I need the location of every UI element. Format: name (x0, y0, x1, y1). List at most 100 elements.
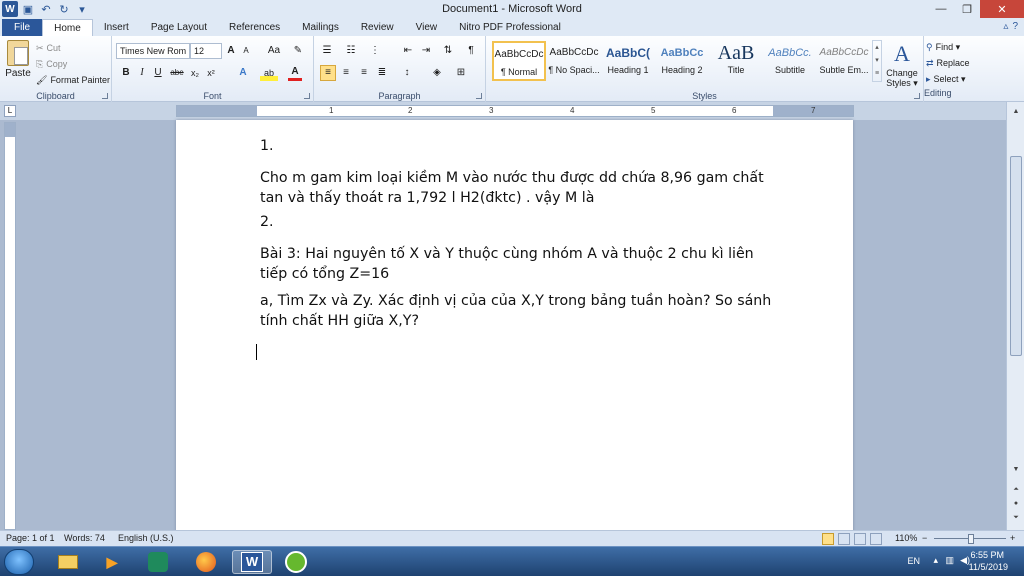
tab-home[interactable]: Home (42, 19, 93, 36)
highlight-button[interactable]: ab (260, 65, 278, 81)
show-hidden-icons-icon[interactable]: ▴ (933, 555, 938, 566)
browse-object-icon[interactable]: ● (1010, 498, 1022, 510)
tab-references[interactable]: References (218, 19, 291, 36)
undo-icon[interactable]: ↶ (38, 1, 54, 17)
word-count[interactable]: Words: 74 (64, 531, 105, 546)
full-screen-view-icon[interactable] (838, 533, 850, 545)
customize-qat-icon[interactable]: ▾ (74, 1, 90, 17)
styles-dialog-launcher[interactable] (914, 93, 920, 99)
replace-button[interactable]: ⇄ Replace (926, 55, 970, 71)
font-name-box[interactable]: Times New Rom (116, 43, 190, 59)
font-size-box[interactable]: 12 (190, 43, 222, 59)
style-title[interactable]: AaB Title (709, 41, 763, 81)
page-count[interactable]: Page: 1 of 1 (6, 531, 55, 546)
tab-nitro-pdf[interactable]: Nitro PDF Professional (448, 19, 572, 36)
app-shield-icon[interactable] (140, 550, 176, 574)
format-painter-button[interactable]: 🖌 Format Painter (36, 72, 110, 88)
tab-page-layout[interactable]: Page Layout (140, 19, 218, 36)
bold-button[interactable]: B (120, 65, 132, 81)
tab-file[interactable]: File (2, 19, 43, 36)
zoom-slider-thumb[interactable] (968, 534, 974, 544)
minimize-icon[interactable]: — (928, 0, 954, 18)
change-case-button[interactable]: Aa (264, 43, 284, 59)
word-app-icon[interactable]: W (2, 1, 18, 17)
text-effects-button[interactable]: A (236, 65, 250, 81)
decrease-indent-icon[interactable]: ⇤ (400, 43, 416, 59)
network-icon[interactable]: ▥ (945, 555, 954, 566)
shrink-font-button[interactable]: A (240, 43, 252, 59)
start-button-icon[interactable] (4, 549, 34, 575)
media-player-icon[interactable]: ▶ (94, 550, 130, 574)
paste-button[interactable]: Paste (4, 40, 32, 79)
numbering-icon[interactable]: ☷ (342, 43, 360, 59)
shading-icon[interactable]: ◈ (428, 65, 446, 81)
clear-formatting-icon[interactable]: ✎ (290, 43, 306, 59)
horizontal-ruler[interactable]: 1 2 3 4 5 6 7 (176, 105, 854, 117)
explorer-folder-icon[interactable] (50, 550, 86, 574)
copy-button[interactable]: ⎘ Copy (36, 56, 110, 72)
tab-selector[interactable]: L (4, 105, 16, 117)
print-layout-view-icon[interactable] (822, 533, 834, 545)
zoom-out-button[interactable]: − (922, 531, 927, 546)
clipboard-dialog-launcher[interactable] (102, 93, 108, 99)
input-language[interactable]: EN (907, 556, 920, 566)
zoom-level[interactable]: 110% (895, 531, 917, 546)
vertical-ruler[interactable] (4, 122, 16, 530)
style-subtle-emphasis[interactable]: AaBbCcDc Subtle Em... (817, 41, 871, 81)
superscript-button[interactable]: x² (204, 65, 218, 81)
show-marks-button[interactable]: ¶ (464, 43, 478, 59)
redo-icon[interactable]: ↻ (56, 1, 72, 17)
tab-review[interactable]: Review (350, 19, 405, 36)
restore-icon[interactable]: ❐ (954, 0, 980, 18)
style-normal[interactable]: AaBbCcDc ¶ Normal (492, 41, 546, 81)
styles-gallery-scroll[interactable]: ▴ ▾ ≡ (872, 40, 882, 82)
borders-icon[interactable]: ⊞ (452, 65, 470, 81)
clock-time[interactable]: 6:55 PM (970, 550, 1004, 560)
next-page-icon[interactable]: ⏷ (1010, 512, 1022, 524)
close-icon[interactable]: ✕ (980, 0, 1024, 18)
help-icon[interactable]: ? (1012, 21, 1018, 32)
firefox-icon[interactable] (188, 550, 224, 574)
style-no-spacing[interactable]: AaBbCcDc ¶ No Spaci... (547, 41, 601, 81)
scrollbar-thumb[interactable] (1010, 156, 1022, 356)
font-dialog-launcher[interactable] (304, 93, 310, 99)
save-icon[interactable]: ▣ (20, 1, 36, 17)
clock-date[interactable]: 11/5/2019 (969, 562, 1008, 572)
align-center-icon[interactable]: ≡ (338, 65, 354, 81)
scroll-up-arrow-icon[interactable]: ▲ (1010, 106, 1022, 118)
grow-font-button[interactable]: A (224, 43, 238, 59)
web-layout-view-icon[interactable] (854, 533, 866, 545)
style-heading-2[interactable]: AaBbCc Heading 2 (655, 41, 709, 81)
language-status[interactable]: English (U.S.) (118, 531, 174, 546)
vertical-scrollbar[interactable]: ▲ ▼ ⏶ ● ⏷ (1006, 102, 1024, 530)
scroll-down-arrow-icon[interactable]: ▼ (1010, 464, 1022, 476)
green-app-icon[interactable] (278, 550, 314, 574)
font-color-button[interactable]: A (288, 65, 302, 81)
zoom-in-button[interactable]: + (1010, 531, 1015, 546)
justify-icon[interactable]: ≣ (374, 65, 390, 81)
underline-button[interactable]: U (152, 65, 164, 81)
strikethrough-button[interactable]: abe (168, 65, 186, 81)
multilevel-list-icon[interactable]: ⋮ (366, 43, 384, 59)
align-left-icon[interactable]: ≡ (320, 65, 336, 81)
document-page[interactable]: 1. Cho m gam kim loại kiềm M vào nước th… (176, 120, 853, 532)
tab-view[interactable]: View (405, 19, 449, 36)
align-right-icon[interactable]: ≡ (356, 65, 372, 81)
word-taskbar-icon[interactable]: W (232, 550, 272, 574)
line-spacing-icon[interactable]: ↕ (398, 65, 416, 81)
sort-icon[interactable]: ⇅ (440, 43, 456, 59)
tab-insert[interactable]: Insert (93, 19, 140, 36)
change-styles-button[interactable]: A Change Styles ▾ (884, 40, 920, 88)
bullets-icon[interactable]: ☰ (318, 43, 336, 59)
italic-button[interactable]: I (136, 65, 148, 81)
previous-page-icon[interactable]: ⏶ (1010, 484, 1022, 496)
tab-mailings[interactable]: Mailings (291, 19, 350, 36)
style-subtitle[interactable]: AaBbCc. Subtitle (763, 41, 817, 81)
minimize-ribbon-icon[interactable]: ▵ (1003, 21, 1008, 32)
outline-view-icon[interactable] (870, 533, 882, 545)
paragraph-dialog-launcher[interactable] (476, 93, 482, 99)
increase-indent-icon[interactable]: ⇥ (418, 43, 434, 59)
style-heading-1[interactable]: AaBbC( Heading 1 (601, 41, 655, 81)
cut-button[interactable]: ✂ Cut (36, 40, 110, 56)
subscript-button[interactable]: x₂ (188, 65, 202, 81)
